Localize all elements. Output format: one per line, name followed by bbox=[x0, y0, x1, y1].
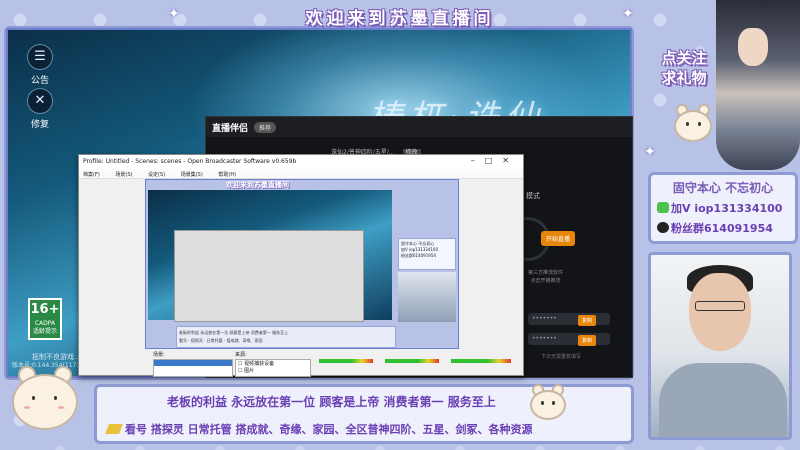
services-text: 看号 搭探灵 日常托管 搭成就、奇缘、家园、全区普神四阶、五星、剑冢、各种资源 bbox=[125, 423, 533, 436]
bear-sticker bbox=[530, 384, 568, 422]
repair-button[interactable]: ✕ 修复 bbox=[22, 88, 58, 130]
follow-line1: 点关注 bbox=[661, 49, 707, 67]
follow-callout: 点关注 求礼物 bbox=[644, 48, 724, 88]
scenes-list[interactable] bbox=[153, 359, 233, 377]
scenes-panel: 场景: bbox=[153, 351, 233, 377]
menu-help[interactable]: 帮助(H) bbox=[218, 172, 236, 178]
gold-bar-icon bbox=[105, 424, 123, 434]
menu-profile[interactable]: 档案(F) bbox=[83, 172, 100, 178]
promo-qq: 粉丝群614091954 bbox=[657, 220, 789, 236]
sparkle-icon: ✦ bbox=[168, 6, 180, 22]
stream-key-field[interactable]: ••••••• bbox=[528, 333, 610, 345]
source-label: 图片 bbox=[244, 368, 255, 374]
preview-banner: 老板的利益 永远放在第一位 顾客是上帝 消费者第一 服务至上 看号 · 搭探灵 … bbox=[176, 326, 396, 348]
repair-label: 修复 bbox=[30, 120, 49, 130]
preview-welcome-title: 欢迎来到苏墨直播间 bbox=[226, 181, 289, 189]
bear-eye bbox=[541, 401, 544, 405]
bear-head bbox=[12, 374, 78, 430]
bear-cheek bbox=[24, 406, 30, 409]
preview-webcam bbox=[398, 272, 456, 322]
preview-banner-top: 老板的利益 永远放在第一位 顾客是上帝 消费者第一 服务至上 bbox=[179, 330, 289, 335]
menu-scenes[interactable]: 场景(S) bbox=[115, 172, 132, 178]
bear-eye bbox=[552, 401, 555, 405]
age-rating-label: 适龄提示 bbox=[32, 328, 57, 335]
wechat-text: 加V iop131334100 bbox=[671, 202, 783, 215]
obs-menubar: 档案(F) 场景(S) 设定(S) 场景集(S) 帮助(H) bbox=[79, 169, 523, 179]
audio-meter bbox=[319, 359, 373, 363]
bear-cheek bbox=[58, 406, 64, 409]
bear-head bbox=[530, 390, 566, 420]
welcome-title: 欢迎来到苏墨直播间 bbox=[305, 9, 495, 29]
age-rating-caption: CADPA bbox=[34, 320, 56, 327]
copy-url-button[interactable]: 复制 bbox=[578, 315, 597, 326]
menu-scene-collection[interactable]: 场景集(S) bbox=[181, 172, 203, 178]
stream-app-titlebar: 直播伴侣 推荐 bbox=[206, 117, 632, 137]
stream-description: 第三方推流软件 点击开播推流 bbox=[528, 270, 564, 284]
sources-panel: 来源: ☐ 视频捕获设备 ☐ 图片 bbox=[235, 351, 311, 377]
audio-meter bbox=[451, 359, 511, 363]
source-item[interactable]: ☐ 图片 bbox=[238, 367, 310, 374]
banner-services: 看号 搭探灵 日常托管 搭成就、奇缘、家园、全区普神四阶、五星、剑冢、各种资源 bbox=[105, 421, 533, 437]
audio-meter bbox=[385, 359, 439, 363]
start-stream-button[interactable]: 开始直播 bbox=[541, 231, 576, 246]
announcement-label: 公告 bbox=[30, 76, 49, 86]
wechat-icon bbox=[657, 202, 669, 213]
promo-wechat: 加V iop131334100 bbox=[657, 200, 789, 216]
source-item[interactable]: ☐ 视频捕获设备 bbox=[238, 360, 310, 367]
obs-preview[interactable]: 欢迎来到苏墨直播间 固守本心 不忘初心 加V iop131334100 粉丝群6… bbox=[145, 179, 459, 349]
stream-url-field[interactable]: ••••••• bbox=[528, 313, 610, 325]
mode-label: 模式 bbox=[526, 192, 540, 200]
bear-eye bbox=[698, 122, 701, 126]
preview-nested-window bbox=[174, 230, 364, 322]
webcam-face bbox=[689, 273, 751, 351]
character-face bbox=[738, 28, 768, 66]
banner-slogan: 老板的利益 永远放在第一位 顾客是上帝 消费者第一 服务至上 bbox=[167, 395, 496, 409]
promo-slogan: 固守本心 不忘初心 bbox=[672, 181, 774, 195]
promo-box: 固守本心 不忘初心 加V iop131334100 粉丝群614091954 bbox=[648, 172, 798, 244]
obs-window[interactable]: Profile: Untitled - Scenes: scenes - Ope… bbox=[78, 154, 525, 377]
window-controls[interactable]: –□✕ bbox=[471, 156, 519, 165]
bear-eye bbox=[54, 396, 57, 400]
age-rating-badge: 16+ CADPA 适龄提示 bbox=[28, 298, 62, 340]
preview-promo-line3: 粉丝群614091954 bbox=[401, 253, 436, 258]
qq-text: 粉丝群614091954 bbox=[671, 222, 773, 235]
glasses-icon bbox=[695, 301, 745, 311]
follow-line2: 求礼物 bbox=[661, 69, 707, 87]
repair-icon: ✕ bbox=[27, 88, 53, 114]
bear-sticker bbox=[674, 104, 714, 144]
preview-promo: 固守本心 不忘初心 加V iop131334100 粉丝群614091954 bbox=[398, 238, 456, 270]
webcam-shirt bbox=[659, 363, 787, 437]
announcement-icon: ☰ bbox=[27, 44, 53, 70]
sparkle-icon: ✦ bbox=[622, 6, 634, 22]
obs-titlebar: Profile: Untitled - Scenes: scenes - Ope… bbox=[79, 155, 523, 169]
sparkle-icon: ✦ bbox=[644, 144, 656, 160]
qq-icon bbox=[657, 222, 669, 233]
obs-title: Profile: Untitled - Scenes: scenes - Ope… bbox=[83, 158, 297, 165]
obs-panels: 场景: 来源: ☐ 视频捕获设备 ☐ 图片 bbox=[153, 351, 525, 377]
stream-hint: 下次无需重复填写 bbox=[541, 354, 582, 360]
bear-sticker bbox=[10, 366, 80, 446]
character-portrait bbox=[716, 0, 800, 170]
right-panel: 点关注 求礼物 ✦ 固守本心 不忘初心 加V iop131334100 粉丝群6… bbox=[640, 0, 800, 450]
age-rating-value: 16+ bbox=[30, 302, 60, 317]
announcement-button[interactable]: ☰ 公告 bbox=[22, 44, 58, 86]
bear-eye bbox=[686, 122, 689, 126]
stream-app-logo: 直播伴侣 bbox=[212, 123, 249, 134]
bear-head bbox=[674, 110, 712, 142]
menu-settings[interactable]: 设定(S) bbox=[148, 172, 165, 178]
scenes-label: 场景: bbox=[153, 352, 165, 358]
sources-label: 来源: bbox=[235, 352, 247, 358]
copy-key-button[interactable]: 复制 bbox=[578, 335, 597, 346]
bear-eye bbox=[32, 396, 35, 400]
webcam-feed bbox=[648, 252, 792, 440]
sources-list[interactable]: ☐ 视频捕获设备 ☐ 图片 bbox=[235, 359, 311, 377]
scene-item[interactable] bbox=[154, 360, 232, 366]
preview-banner-bottom: 看号 · 搭探灵 · 日常托管 · 搭成就、奇缘、家园 bbox=[179, 338, 263, 343]
recommend-pill[interactable]: 推荐 bbox=[254, 121, 277, 133]
